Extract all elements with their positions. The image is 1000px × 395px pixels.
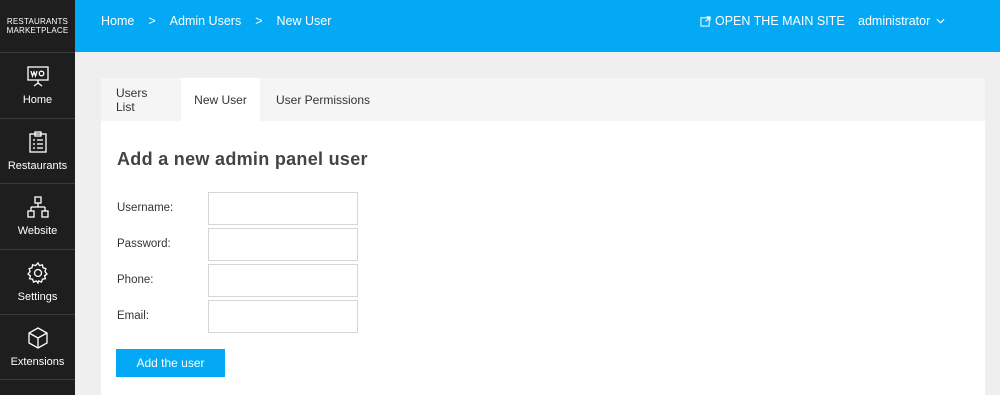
sidebar-item-home[interactable]: Home <box>0 52 75 118</box>
user-menu[interactable]: administrator <box>858 0 945 42</box>
gear-icon <box>26 261 48 285</box>
password-input[interactable] <box>208 227 358 261</box>
sidebar: RESTAURANTS MARKETPLACE Home Restaurants <box>0 0 75 395</box>
sidebar-item-restaurants[interactable]: Restaurants <box>0 117 75 184</box>
breadcrumb-new-user: New User <box>276 14 332 28</box>
sidebar-item-label: Settings <box>17 290 58 303</box>
open-main-site-label: OPEN THE MAIN SITE <box>715 14 845 28</box>
email-row: Email: <box>117 299 358 333</box>
sidebar-item-extensions[interactable]: Extensions <box>0 314 75 380</box>
sidebar-item-label: Extensions <box>10 355 65 368</box>
sidebar-item-website[interactable]: Website <box>0 183 75 249</box>
email-input[interactable] <box>208 299 358 333</box>
brand-logo[interactable]: RESTAURANTS MARKETPLACE <box>0 0 75 52</box>
sidebar-item-label: Website <box>17 225 58 238</box>
tab-bar: Users List New User User Permissions <box>101 78 985 121</box>
cube-icon <box>27 327 48 349</box>
phone-row: Phone: <box>117 263 358 297</box>
breadcrumb-separator: > <box>148 14 156 28</box>
brand-line-2: MARKETPLACE <box>6 26 69 35</box>
top-bar: Home > Admin Users > New User OPEN THE M… <box>75 0 1000 52</box>
password-label: Password: <box>117 238 171 250</box>
brand-line-1: RESTAURANTS <box>6 17 69 26</box>
form-title: Add a new admin panel user <box>117 149 368 169</box>
main-panel: Users List New User User Permissions Add… <box>101 78 985 395</box>
presentation-board-icon <box>26 66 49 87</box>
open-main-site-link[interactable]: OPEN THE MAIN SITE <box>700 0 845 42</box>
tab-user-permissions[interactable]: User Permissions <box>260 78 370 121</box>
sidebar-item-label: Restaurants <box>7 159 68 172</box>
username-row: Username: <box>117 191 358 225</box>
phone-input[interactable] <box>208 263 358 297</box>
breadcrumb: Home > Admin Users > New User <box>101 0 331 42</box>
sitemap-icon <box>26 196 49 218</box>
add-user-button[interactable]: Add the user <box>116 349 225 377</box>
sidebar-item-settings[interactable]: Settings <box>0 248 75 315</box>
user-name: administrator <box>858 14 931 28</box>
tab-new-user[interactable]: New User <box>181 78 260 121</box>
sidebar-item-label: Home <box>22 94 53 107</box>
username-label: Username: <box>117 202 174 214</box>
breadcrumb-home[interactable]: Home <box>101 14 134 28</box>
email-label: Email: <box>117 310 149 322</box>
phone-label: Phone: <box>117 274 154 286</box>
clipboard-icon <box>28 131 47 153</box>
tab-users-list[interactable]: Users List <box>101 78 181 121</box>
password-row: Password: <box>117 227 358 261</box>
breadcrumb-admin-users[interactable]: Admin Users <box>170 14 242 28</box>
external-link-icon <box>700 15 711 27</box>
username-input[interactable] <box>208 191 358 225</box>
breadcrumb-separator: > <box>255 14 263 28</box>
chevron-down-icon <box>936 18 945 24</box>
